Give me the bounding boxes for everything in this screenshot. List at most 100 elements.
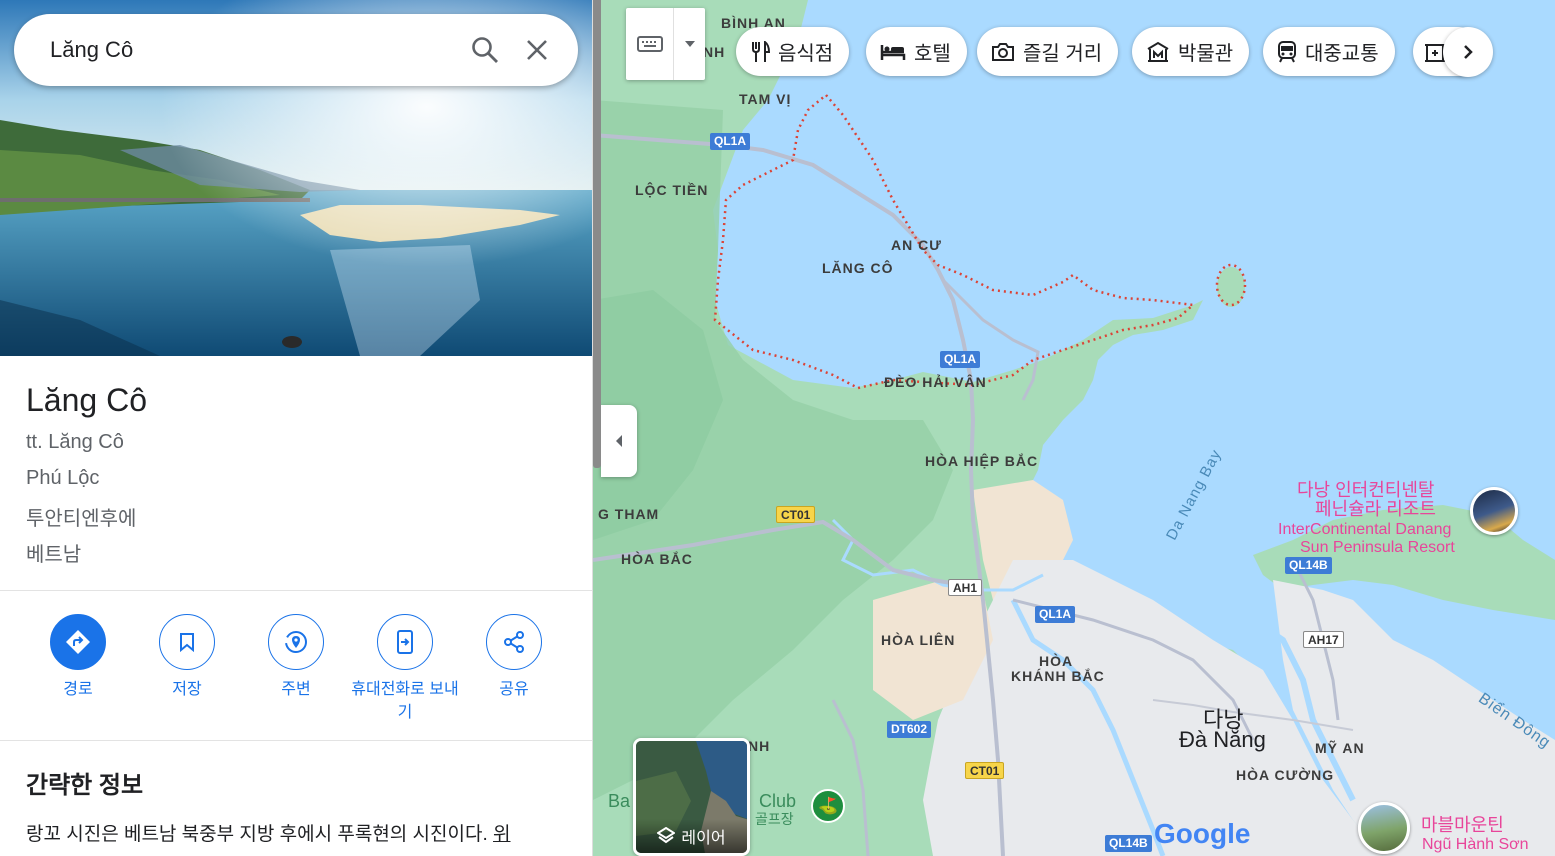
summary-text: 랑꼬 시진은 베트남 북중부 지방 후에시 푸록현의 시진이다. 위 xyxy=(26,820,571,850)
route-shield: AH17 xyxy=(1303,631,1344,648)
keyboard-button[interactable] xyxy=(626,8,674,80)
send-to-phone-icon xyxy=(397,630,413,654)
map-label: HÒA BẮC xyxy=(621,551,693,567)
share-icon xyxy=(504,631,524,653)
route-shield: CT01 xyxy=(965,762,1005,779)
map-base-layer xyxy=(593,0,1555,856)
caret-down-icon xyxy=(684,41,695,47)
nearby-button[interactable]: 주변 xyxy=(242,614,350,701)
chip-label: 음식점 xyxy=(778,43,834,65)
restaurant-icon xyxy=(752,40,770,62)
action-label: 공유 xyxy=(499,681,529,698)
action-label: 휴대전화로 보내기 xyxy=(351,681,459,721)
route-shield: QL14B xyxy=(1285,557,1332,574)
summary-body: 랑꼬 시진은 베트남 북중부 지방 후에시 푸록현의 시진이다. xyxy=(26,824,494,845)
place-hero-photo[interactable]: Lăng Cô xyxy=(0,0,592,356)
collapse-panel-button[interactable] xyxy=(601,405,637,477)
transit-icon xyxy=(1278,40,1296,62)
clear-search-button[interactable] xyxy=(511,24,563,76)
chip-label: 호텔 xyxy=(914,43,951,65)
chip-restaurants[interactable]: 음식점 xyxy=(736,27,850,76)
map-label: G THAM xyxy=(598,506,660,522)
chip-label: 박물관 xyxy=(1178,43,1234,65)
map-label: LỘC TIỀN xyxy=(635,182,709,198)
poi-thumbnail[interactable] xyxy=(1358,802,1410,854)
layers-icon xyxy=(657,827,676,844)
chip-hotels[interactable]: 호텔 xyxy=(866,27,967,76)
map-label: NH xyxy=(703,44,726,60)
caret-left-icon xyxy=(616,435,622,447)
place-title: Lăng Cô xyxy=(26,382,147,418)
panel-scrollbar[interactable] xyxy=(593,0,601,468)
poi-thumbnail[interactable] xyxy=(1470,487,1518,535)
poi-label-vi[interactable]: Ngũ Hành Sơn xyxy=(1422,836,1529,854)
save-circle xyxy=(159,614,215,670)
layers-label: 레이어 xyxy=(681,830,726,847)
action-label: 경로 xyxy=(63,681,93,698)
input-tools-dropdown[interactable] xyxy=(674,8,705,80)
map-label: ĐÈO HẢI VÂN xyxy=(884,374,987,390)
search-box[interactable]: Lăng Cô xyxy=(14,14,578,86)
map-label: HÒA LIÊN xyxy=(881,632,956,648)
address-line: 베트남 xyxy=(26,544,82,566)
summary-link[interactable]: 위 xyxy=(493,824,510,845)
layers-button[interactable]: 레이어 xyxy=(633,738,750,856)
save-button[interactable]: 저장 xyxy=(133,614,241,701)
poi-label-ko[interactable]: 페닌슐라 리조트 xyxy=(1315,500,1436,518)
route-shield: AH1 xyxy=(948,579,983,596)
hotel-icon xyxy=(880,44,906,60)
address-line: Phú Lộc xyxy=(26,467,100,489)
map-label: HÒA CƯỜNG xyxy=(1236,767,1335,783)
place-panel: Lăng Cô Lăng Cô tt. Lăng Cô Phú Lộc 투안티엔… xyxy=(0,0,593,856)
action-label: 저장 xyxy=(172,681,202,698)
directions-button[interactable]: 경로 xyxy=(24,614,132,701)
poi-label-ko[interactable]: 다낭 인터컨티넨탈 xyxy=(1297,481,1434,499)
chevron-right-icon xyxy=(1464,45,1473,59)
city-label-vi: Đà Nẵng xyxy=(1179,727,1266,752)
address-line: tt. Lăng Cô xyxy=(26,431,124,453)
send-to-phone-button[interactable]: 휴대전화로 보내기 xyxy=(351,614,459,724)
camera-icon xyxy=(992,42,1014,61)
directions-icon xyxy=(66,630,90,654)
summary-heading: 간략한 정보 xyxy=(26,772,144,799)
input-tools xyxy=(626,8,705,80)
send-to-phone-circle xyxy=(377,614,433,670)
chips-next-button[interactable] xyxy=(1443,27,1493,77)
route-shield: QL1A xyxy=(1035,606,1076,623)
route-shield: QL14B xyxy=(1105,835,1152,852)
search-input[interactable]: Lăng Cô xyxy=(50,37,459,63)
share-circle xyxy=(486,614,542,670)
chip-label: 대중교통 xyxy=(1305,43,1379,65)
nearby-circle xyxy=(268,614,324,670)
map-label: KHÁNH BẮC xyxy=(1011,668,1105,684)
google-logo: Google xyxy=(1154,818,1251,849)
chip-things-to-do[interactable]: 즐길 거리 xyxy=(977,27,1119,76)
address-line: 투안티엔후에 xyxy=(26,508,137,530)
map-label: HÒA HIỆP BẮC xyxy=(925,453,1039,469)
chip-transit[interactable]: 대중교통 xyxy=(1263,27,1395,76)
golf-icon[interactable]: ⛳ xyxy=(811,789,845,823)
nearby-icon xyxy=(285,631,307,653)
map-label: TAM VỊ xyxy=(739,91,792,107)
divider xyxy=(0,740,592,741)
route-shield: QL1A xyxy=(940,351,981,368)
keyboard-icon xyxy=(636,36,663,52)
map-label: Ba xyxy=(608,791,631,811)
route-shield: DT602 xyxy=(887,721,932,738)
poi-label-ko[interactable]: 마블마운틴 xyxy=(1421,816,1504,834)
poi-label-en[interactable]: InterContinental Danang xyxy=(1278,521,1451,539)
map-canvas[interactable]: BÌNH AN NH TAM VỊ LỘC TIỀN AN CƯ LĂNG CÔ… xyxy=(593,0,1555,856)
museum-icon xyxy=(1147,41,1169,62)
poi-label-en[interactable]: Sun Peninsula Resort xyxy=(1300,539,1455,557)
map-label: 골프장 xyxy=(755,811,794,827)
directions-circle xyxy=(50,614,106,670)
chip-museums[interactable]: 박물관 xyxy=(1132,27,1250,76)
share-button[interactable]: 공유 xyxy=(460,614,568,701)
route-shield: QL1A xyxy=(710,133,751,150)
bookmark-icon xyxy=(180,633,194,652)
chip-label: 즐길 거리 xyxy=(1023,43,1103,65)
map-label: NH xyxy=(748,738,771,754)
search-button[interactable] xyxy=(459,24,511,76)
map-label: AN CƯ xyxy=(891,237,942,253)
close-icon xyxy=(527,40,547,60)
